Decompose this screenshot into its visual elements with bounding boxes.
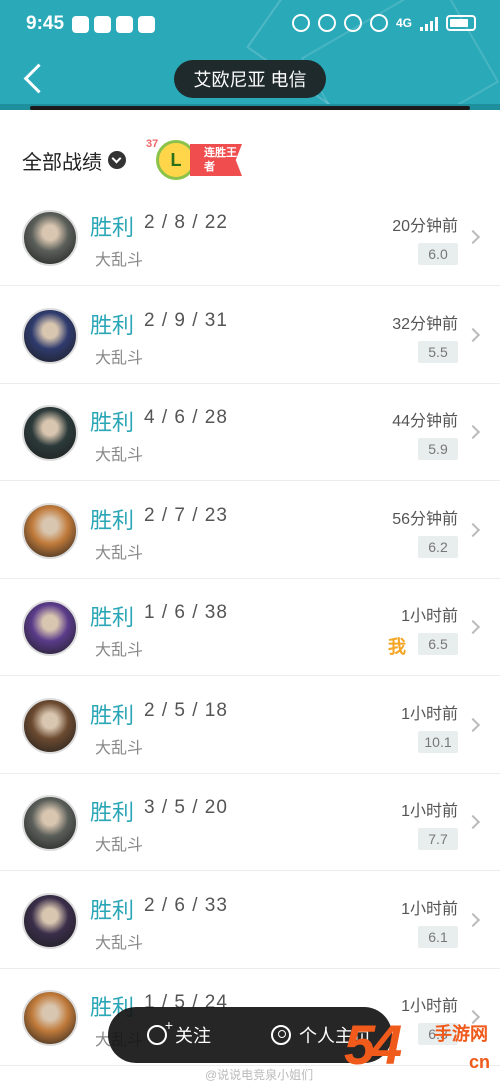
chevron-right-icon [465, 327, 481, 342]
match-kda: 2 / 5 / 18 [144, 699, 228, 721]
site-logo-url: cn [468, 1052, 490, 1072]
section-title: 全部战绩 [22, 151, 102, 174]
match-row[interactable]: 胜利 4 / 6 / 28 大乱斗 44分钟前 5.9 [0, 385, 500, 481]
app-notification-icon [72, 16, 89, 33]
match-row[interactable]: 胜利 2 / 7 / 23 大乱斗 56分钟前 6.2 [0, 483, 500, 579]
chevron-down-icon[interactable] [108, 151, 126, 169]
site-logo: 54 手游网 cn [344, 1012, 494, 1080]
match-kda: 1 / 6 / 38 [144, 602, 228, 623]
champion-avatar [22, 502, 78, 559]
match-time: 1小时前 [401, 608, 458, 625]
chevron-right-icon [465, 814, 481, 830]
hd-call-icon [291, 14, 310, 32]
me-tag: 我 [388, 637, 406, 657]
app-notification-icon [138, 16, 155, 33]
watermark: @说说电竞泉小姐们 [205, 1068, 314, 1082]
champion-avatar [22, 405, 78, 461]
match-row[interactable]: 胜利 2 / 8 / 22 大乱斗 20分钟前 6.0 [0, 190, 500, 286]
match-time: 32分钟前 [392, 315, 458, 333]
status-icons: 4G [291, 14, 476, 32]
profile-icon [271, 1025, 291, 1045]
match-result: 胜利 [90, 800, 135, 825]
chevron-right-icon [465, 717, 481, 732]
champion-avatar [22, 600, 78, 656]
match-score: 10.1 [418, 730, 458, 753]
badge-letter: L [170, 149, 182, 170]
match-kda: 2 / 6 / 33 [144, 894, 228, 916]
status-bar: 9:45 4G [0, 0, 500, 50]
chevron-right-icon [465, 912, 481, 927]
champion-avatar [22, 892, 78, 949]
champion-avatar [22, 990, 78, 1046]
badge-number: 37 [146, 138, 159, 150]
status-time: 9:45 [26, 13, 65, 34]
match-score: 6.2 [418, 535, 458, 558]
match-result: 胜利 [90, 897, 135, 923]
match-mode: 大乱斗 [95, 544, 144, 562]
match-kda: 2 / 9 / 31 [144, 309, 228, 331]
match-mode: 大乱斗 [95, 349, 144, 367]
match-time: 1小时前 [401, 803, 458, 820]
match-result: 胜利 [90, 605, 135, 630]
chevron-right-icon [465, 424, 481, 440]
signal-icon [420, 15, 438, 31]
mute-icon [369, 14, 388, 32]
match-time: 20分钟前 [392, 218, 458, 235]
match-row[interactable]: 胜利 2 / 6 / 33 大乱斗 1小时前 6.1 [0, 873, 500, 969]
champion-avatar [22, 210, 78, 266]
match-row[interactable]: 胜利 2 / 5 / 18 大乱斗 1小时前 10.1 [0, 678, 500, 774]
match-result: 胜利 [90, 312, 135, 338]
match-result: 胜利 [90, 507, 135, 533]
battery-icon [446, 15, 476, 31]
match-row[interactable]: 胜利 2 / 9 / 31 大乱斗 32分钟前 5.5 [0, 288, 500, 384]
match-score: 7.7 [418, 828, 458, 850]
match-mode: 大乱斗 [95, 447, 144, 464]
match-result: 胜利 [90, 410, 135, 435]
match-score: 5.5 [418, 340, 458, 363]
match-score: 6.5 [418, 633, 458, 655]
section-header[interactable]: 全部战绩 [22, 140, 126, 180]
follow-button[interactable]: 关注 [108, 1007, 250, 1063]
match-kda: 2 / 8 / 22 [144, 212, 228, 233]
match-result: 胜利 [90, 215, 135, 240]
match-time: 56分钟前 [392, 510, 458, 528]
match-score: 6.1 [418, 925, 458, 948]
match-kda: 3 / 5 / 20 [144, 797, 228, 818]
match-score: 6.0 [418, 243, 458, 265]
champion-avatar [22, 697, 78, 754]
match-time: 1小时前 [401, 705, 458, 723]
site-logo-name: 手游网 [434, 1024, 488, 1044]
win-streak-badge: 37 L 连胜王者 [146, 136, 242, 184]
header-divider [30, 106, 470, 110]
server-title[interactable]: 艾欧尼亚 电信 [174, 60, 326, 98]
app-notification-icon [116, 16, 133, 33]
match-mode: 大乱斗 [95, 642, 144, 659]
match-kda: 2 / 7 / 23 [144, 504, 228, 526]
chevron-right-icon [465, 522, 481, 537]
network-type: 4G [395, 16, 412, 30]
match-mode: 大乱斗 [95, 934, 144, 952]
match-row[interactable]: 胜利 1 / 6 / 38 大乱斗 1小时前 6.5 我 [0, 580, 500, 676]
chevron-right-icon [465, 229, 481, 245]
badge-tag: 连胜王者 [190, 144, 242, 176]
champion-avatar [22, 307, 78, 364]
match-time: 1小时前 [401, 900, 458, 918]
match-row[interactable]: 胜利 3 / 5 / 20 大乱斗 1小时前 7.7 [0, 775, 500, 871]
eye-icon [317, 14, 336, 32]
site-logo-number: 54 [344, 1013, 402, 1076]
match-time: 44分钟前 [392, 413, 458, 430]
match-kda: 4 / 6 / 28 [144, 407, 228, 428]
match-mode: 大乱斗 [95, 252, 144, 269]
match-mode: 大乱斗 [95, 739, 144, 757]
follow-icon [147, 1017, 173, 1045]
app-notification-icon [94, 16, 111, 33]
follow-label: 关注 [175, 1026, 211, 1046]
back-button[interactable] [20, 62, 50, 98]
alarm-off-icon [343, 14, 362, 32]
chevron-right-icon [465, 619, 481, 635]
match-mode: 大乱斗 [95, 837, 144, 854]
champion-avatar [22, 795, 78, 851]
match-result: 胜利 [90, 702, 135, 728]
match-score: 5.9 [418, 438, 458, 460]
